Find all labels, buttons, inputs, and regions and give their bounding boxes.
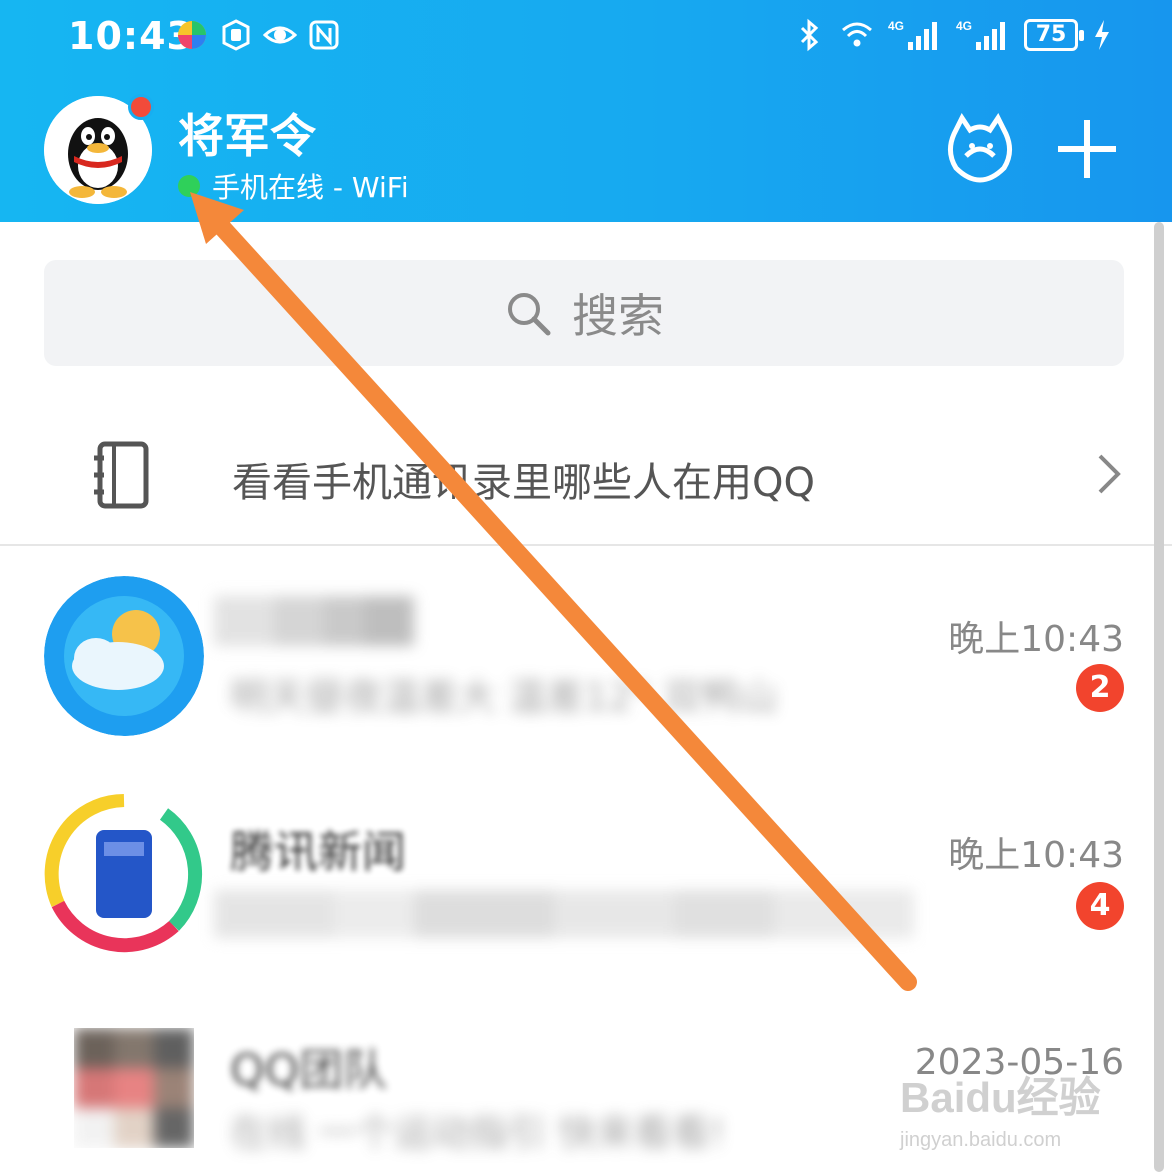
chat-name: 腾讯新闻 bbox=[230, 827, 406, 878]
signal-4g-icon-2: 4G bbox=[956, 19, 1005, 50]
search-placeholder: 搜索 bbox=[572, 289, 664, 343]
chat-time: 晚上10:43 bbox=[948, 835, 1124, 876]
chat-preview: 在线 一个运动指引 快来看看! bbox=[230, 1111, 726, 1155]
chat-preview: 明天昼夜温差大 温差12° 双鸭山 bbox=[230, 675, 778, 719]
watermark-sub: jingyan.baidu.com bbox=[900, 1129, 1062, 1151]
qq-team-avatar-mosaic bbox=[74, 1028, 194, 1148]
chat-avatar-weather bbox=[44, 576, 204, 736]
chat-name-blurred bbox=[214, 596, 414, 646]
contacts-banner-text: 看看手机通讯录里哪些人在用QQ bbox=[232, 460, 815, 506]
nfc-icon bbox=[309, 20, 339, 50]
battery-icon: 75 bbox=[1024, 19, 1084, 51]
profile-avatar-button[interactable] bbox=[44, 94, 154, 204]
chat-item-weather[interactable]: 晚上10:43 明天昼夜温差大 温差12° 双鸭山 2 bbox=[0, 570, 1172, 780]
signal-4g-label-2: 4G bbox=[956, 19, 972, 33]
status-icons-right: 4G 4G 75 bbox=[792, 18, 1112, 52]
chat-avatar-tencent-news bbox=[44, 794, 204, 954]
online-status-dot bbox=[178, 175, 200, 197]
chat-preview-blurred bbox=[214, 890, 974, 938]
eye-icon bbox=[263, 26, 297, 44]
signal-4g-label: 4G bbox=[888, 19, 904, 33]
online-status[interactable]: 手机在线 - WiFi bbox=[178, 166, 409, 206]
watermark-main: Baidu经验 bbox=[900, 1074, 1101, 1121]
unread-badge: 2 bbox=[1076, 664, 1124, 712]
weather-app-icon bbox=[44, 576, 204, 736]
search-icon bbox=[508, 293, 551, 336]
multicolor-app-icon bbox=[178, 21, 206, 49]
tencent-news-icon bbox=[44, 794, 204, 954]
hand-shield-icon bbox=[222, 19, 250, 51]
profile-name: 将军令 bbox=[178, 109, 316, 163]
chat-avatar-qq-team bbox=[74, 1028, 194, 1148]
chevron-right-icon bbox=[1098, 454, 1121, 494]
wifi-icon bbox=[842, 22, 872, 47]
notification-dot bbox=[128, 94, 154, 120]
unread-badge: 4 bbox=[1076, 882, 1124, 930]
chat-name: QQ团队 bbox=[230, 1045, 388, 1096]
chat-item-tencent-news[interactable]: 腾讯新闻 晚上10:43 4 bbox=[0, 786, 1172, 996]
status-icons-left bbox=[175, 18, 341, 52]
charging-icon bbox=[1095, 20, 1109, 50]
status-bar: 10:43 4G 4G 75 bbox=[0, 0, 1172, 76]
address-book-icon bbox=[94, 441, 149, 509]
bluetooth-icon bbox=[800, 18, 819, 52]
contacts-match-banner[interactable]: 看看手机通讯录里哪些人在用QQ bbox=[0, 400, 1172, 546]
online-status-text: 手机在线 - WiFi bbox=[212, 171, 409, 204]
signal-4g-icon: 4G bbox=[888, 19, 937, 50]
search-bar[interactable]: 搜索 bbox=[44, 260, 1124, 366]
scrollbar[interactable] bbox=[1154, 222, 1164, 1172]
mascot-icon[interactable] bbox=[944, 112, 1016, 184]
baidu-watermark: Baidu经验 jingyan.baidu.com bbox=[900, 1064, 1101, 1152]
add-button[interactable] bbox=[1054, 116, 1120, 182]
chat-time: 晚上10:43 bbox=[948, 619, 1124, 660]
top-header: 10:43 4G 4G 75 将军令 手机在线 - WiFi bbox=[0, 0, 1172, 222]
